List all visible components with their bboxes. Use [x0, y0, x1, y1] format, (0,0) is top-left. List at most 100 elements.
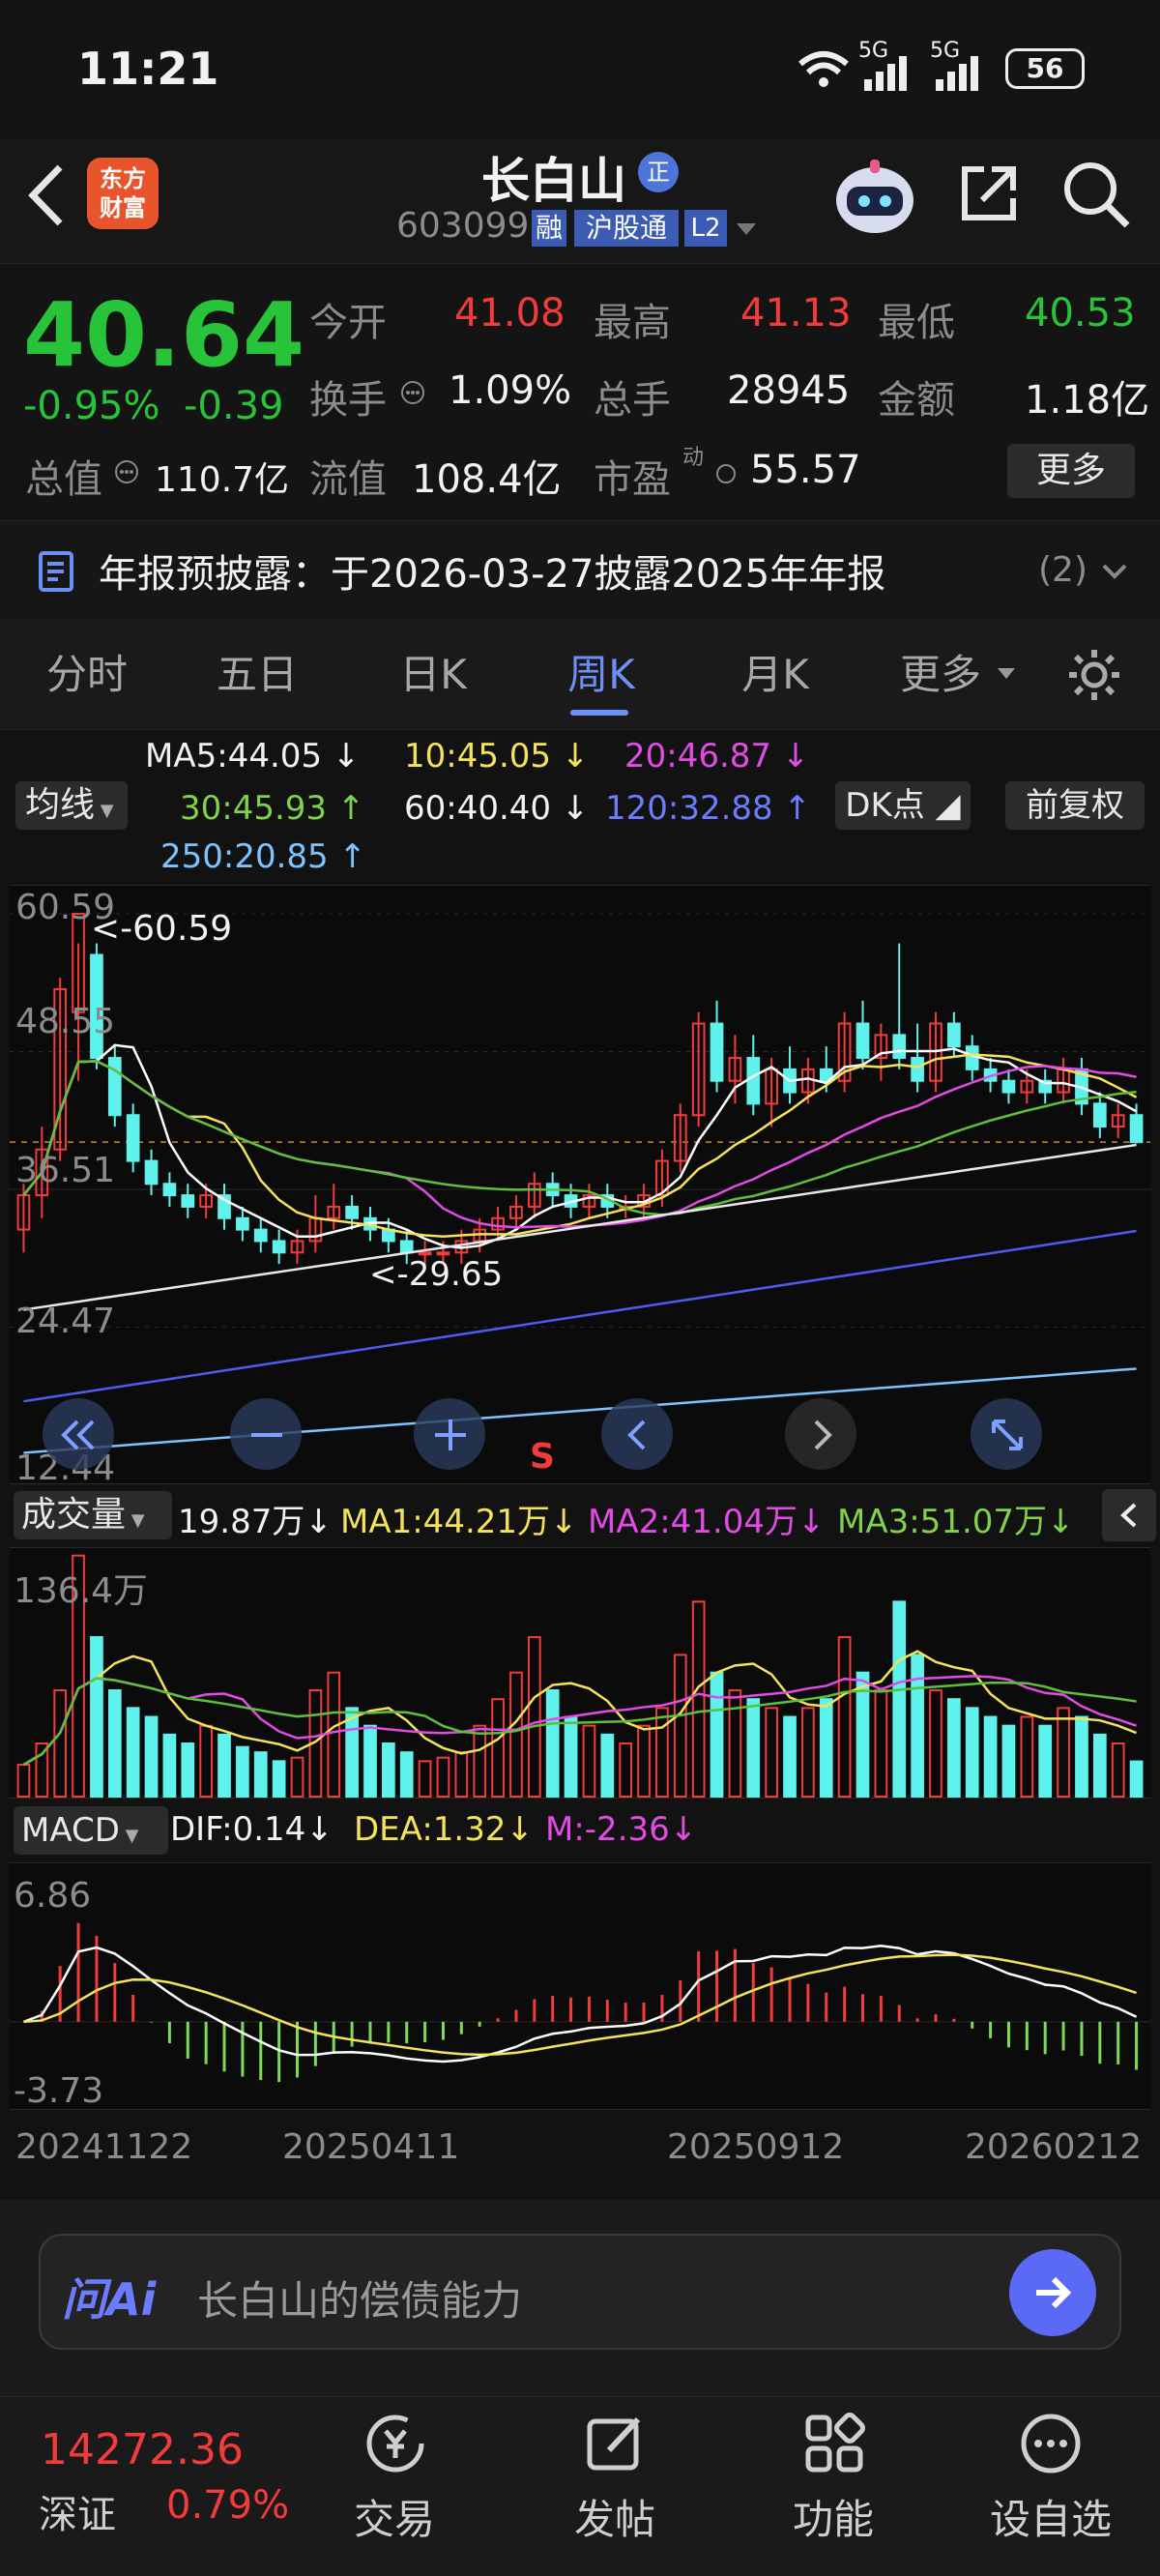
- app-logo[interactable]: 东方 财富: [87, 158, 159, 229]
- tab-more[interactable]: 更多: [887, 619, 994, 730]
- kline-low-note: <-29.65: [369, 1255, 504, 1294]
- date-2: 20250411: [282, 2127, 460, 2167]
- macd-dif-line: [22, 1944, 1138, 2064]
- tab-more-caret-icon: [998, 668, 1015, 679]
- candle-body: [253, 1228, 268, 1243]
- tab-five-day[interactable]: 五日: [189, 619, 325, 730]
- change-percent: -0.95%: [23, 384, 160, 428]
- volume-bar: [345, 1707, 359, 1798]
- ma120-line: [23, 1229, 1137, 1403]
- expand-icon: [992, 1420, 1023, 1450]
- candle-body: [1092, 1102, 1107, 1128]
- volume-bar: [619, 1742, 633, 1798]
- index-value[interactable]: 14272.36: [41, 2425, 244, 2474]
- tag-stock-connect: 沪股通: [574, 210, 679, 247]
- ai-placeholder[interactable]: 长白山的偿债能力: [197, 2269, 522, 2327]
- volume-bar: [765, 1707, 778, 1798]
- volume-bar: [1001, 1724, 1016, 1798]
- nav-functions[interactable]: 功能: [775, 2487, 891, 2546]
- volume-bar: [837, 1636, 852, 1798]
- gear-icon[interactable]: [1065, 646, 1123, 704]
- notice-bar[interactable]: 年报预披露：于2026-03-27披露2025年年报 (2): [0, 520, 1160, 617]
- more-button[interactable]: 更多: [1007, 444, 1135, 498]
- volume-bar: [436, 1756, 450, 1798]
- nav-post[interactable]: 发帖: [557, 2487, 673, 2546]
- volume-bar: [564, 1715, 578, 1798]
- double-chevron-left-icon: [61, 1420, 95, 1450]
- kline-chart[interactable]: [10, 885, 1150, 1484]
- status-time: 11:21: [77, 43, 219, 95]
- volume-bar: [290, 1756, 304, 1798]
- volume-selector[interactable]: 成交量 ▼: [14, 1491, 172, 1539]
- low-label: 最低: [878, 301, 955, 345]
- ma5-line: [22, 1043, 1138, 1249]
- candle-body: [746, 1057, 761, 1105]
- ma10-line: [22, 1053, 1138, 1238]
- sell-mark: S: [530, 1437, 555, 1477]
- turnover-value: 1.09%: [449, 368, 572, 413]
- more-dots-icon[interactable]: [1017, 2410, 1085, 2477]
- volume-bar: [107, 1689, 122, 1798]
- minus-icon: [251, 1433, 282, 1437]
- tag-level2: L2: [684, 210, 727, 247]
- info-icon[interactable]: [114, 459, 139, 484]
- volume-bar: [53, 1689, 68, 1798]
- index-name[interactable]: 深证: [39, 2483, 116, 2539]
- pe-info-icon[interactable]: [715, 463, 737, 484]
- adjust-button[interactable]: 前复权: [1005, 781, 1145, 830]
- wifi-icon: [798, 51, 849, 87]
- stock-code: 603099: [396, 206, 530, 246]
- official-badge: 正: [638, 152, 679, 192]
- pe-value: 55.57: [750, 448, 861, 492]
- date-3: 20250912: [667, 2127, 845, 2167]
- nav-trade[interactable]: 交易: [336, 2487, 452, 2546]
- float-label: 流值: [309, 457, 387, 502]
- date-1: 20241122: [15, 2127, 193, 2167]
- trade-icon[interactable]: [362, 2410, 429, 2477]
- macd-selector[interactable]: MACD ▼: [14, 1806, 168, 1855]
- volume-bar: [1057, 1707, 1070, 1798]
- tag-margin: 融: [532, 210, 566, 247]
- chevron-right-icon: [814, 1420, 832, 1450]
- volume-bar: [363, 1724, 377, 1798]
- candle-body: [126, 1114, 140, 1162]
- volume-chart[interactable]: [10, 1547, 1150, 1799]
- volume-bar: [1020, 1715, 1034, 1798]
- back-icon[interactable]: [25, 161, 68, 229]
- ma250-line: [23, 1367, 1137, 1454]
- post-icon[interactable]: [582, 2410, 650, 2477]
- chevron-left-icon: [627, 1420, 646, 1450]
- robot-assistant-icon[interactable]: [833, 158, 916, 237]
- volume-bar: [545, 1689, 560, 1798]
- search-icon[interactable]: [1059, 158, 1133, 231]
- kline-y-4: 24.47: [15, 1302, 116, 1341]
- volume-bar: [1129, 1760, 1144, 1798]
- dropdown-icon[interactable]: [735, 220, 758, 239]
- indicator-selector[interactable]: 均线 ▼: [15, 781, 128, 830]
- tab-intraday[interactable]: 分时: [19, 619, 155, 730]
- macd-chart[interactable]: [10, 1862, 1150, 2110]
- dk-point-button[interactable]: DK点 ◢: [835, 781, 971, 830]
- ma20-value: 20:46.87 ↓: [624, 737, 810, 776]
- nav-watchlist[interactable]: 设自选: [978, 2487, 1123, 2546]
- macd-dea-line: [23, 1953, 1137, 2057]
- volume-bar: [218, 1733, 231, 1798]
- open-value: 41.08: [454, 291, 566, 336]
- candle-body: [965, 1045, 979, 1070]
- volume-bar: [491, 1698, 505, 1798]
- turnover-info-icon[interactable]: [400, 380, 425, 405]
- candle-body: [236, 1216, 249, 1231]
- share-icon[interactable]: [955, 160, 1023, 227]
- candle-body: [181, 1194, 195, 1208]
- tab-monthly-k[interactable]: 月K: [708, 619, 843, 730]
- mcap-value: 110.7亿: [155, 460, 290, 500]
- tab-daily-k[interactable]: 日K: [365, 619, 501, 730]
- apps-icon[interactable]: [800, 2410, 868, 2477]
- volume-bar: [272, 1760, 286, 1798]
- chevron-down-icon: [1102, 564, 1127, 579]
- candle-body: [911, 1057, 924, 1082]
- open-label: 今开: [309, 301, 387, 345]
- high-label: 最高: [594, 301, 671, 345]
- volume-bar: [473, 1724, 487, 1798]
- volume-bar: [691, 1600, 706, 1798]
